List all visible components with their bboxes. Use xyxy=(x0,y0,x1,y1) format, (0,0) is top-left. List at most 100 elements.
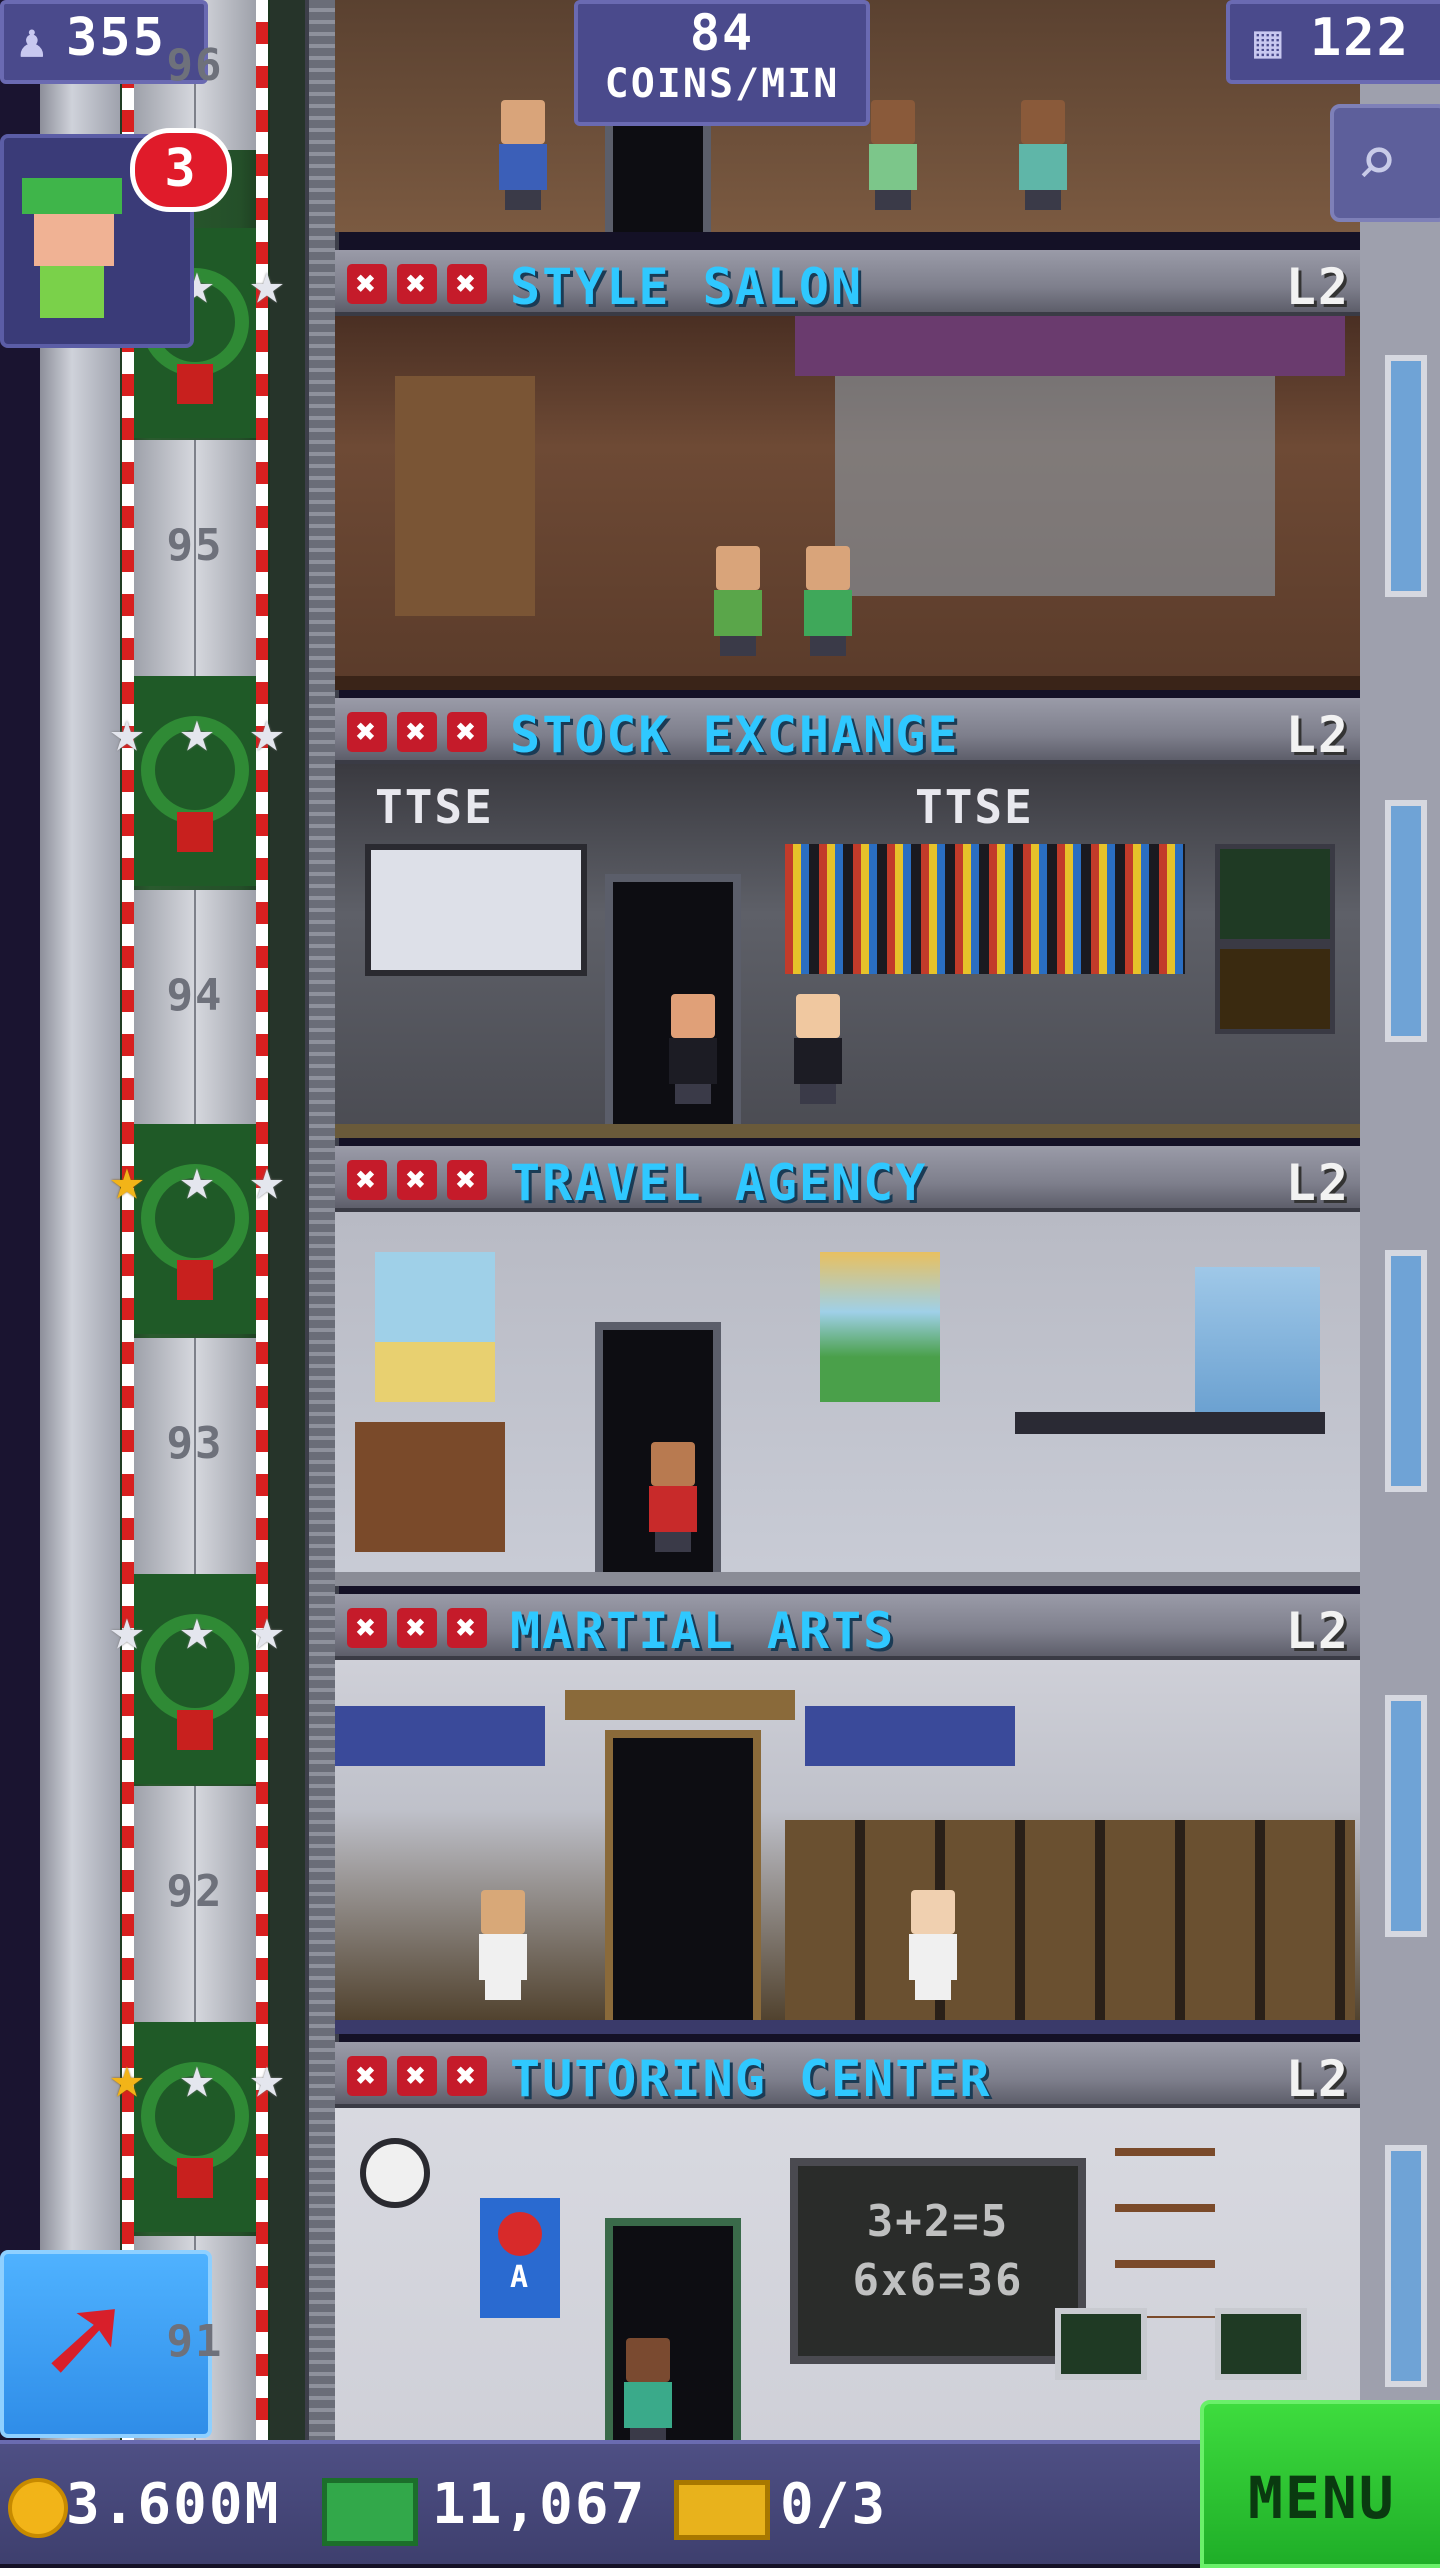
elevator-stop-94[interactable]: 94 xyxy=(134,890,256,1130)
bitizen[interactable] xyxy=(800,546,856,656)
room-interior xyxy=(335,1660,1360,2034)
door xyxy=(605,110,711,232)
x-mark-icon: ✖ xyxy=(347,712,387,752)
salon-mirror xyxy=(835,376,1275,596)
silver-star-icon: ★ xyxy=(249,249,285,317)
floor-number: 96 xyxy=(166,40,224,91)
desk xyxy=(1015,1412,1325,1434)
gold-star-icon: ★ xyxy=(109,1145,145,1213)
stock-monitor xyxy=(1215,944,1335,1034)
floor-level: L2 xyxy=(1285,258,1350,316)
coin-icon xyxy=(8,2478,68,2538)
up-right-arrow-icon: ➚ xyxy=(44,2264,123,2416)
bitizen[interactable] xyxy=(665,994,721,1104)
elevator-stop-95[interactable]: 95 xyxy=(134,440,256,680)
window xyxy=(1385,2145,1427,2387)
window xyxy=(1385,800,1427,1042)
silver-star-icon: ★ xyxy=(179,1145,215,1213)
coins-value: 3.600M xyxy=(66,2472,281,2537)
elevator-stop-92[interactable]: 92 xyxy=(134,1786,256,2026)
bitizen[interactable] xyxy=(1015,100,1071,210)
silver-star-icon: ★ xyxy=(249,1145,285,1213)
floor-name: TRAVEL AGENCY xyxy=(510,1154,928,1212)
bitizen[interactable] xyxy=(645,1442,701,1552)
silver-star-icon: ★ xyxy=(179,2043,215,2111)
x-mark-icon: ✖ xyxy=(447,264,487,304)
floor-number: 93 xyxy=(166,1418,224,1469)
floor-martial-arts[interactable]: ✖ ✖ ✖ MARTIAL ARTS L2 xyxy=(335,1594,1360,2034)
floor-tutoring-center[interactable]: ✖ ✖ ✖ TUTORING CENTER L2 A 3+2=5 6x6=36 xyxy=(335,2042,1360,2440)
computer-monitor xyxy=(1215,2308,1307,2380)
dojo-banner xyxy=(335,1706,545,1766)
floor-name: STYLE SALON xyxy=(510,258,864,316)
bookshelf xyxy=(1115,2148,1215,2318)
search-button[interactable]: ⌕ xyxy=(1330,104,1440,222)
elevator-cable xyxy=(305,0,339,2440)
chalkboard-line: 6x6=36 xyxy=(852,2255,1024,2306)
bitizen[interactable] xyxy=(865,100,921,210)
bitizen-avatar xyxy=(22,178,122,318)
travel-poster xyxy=(1195,1267,1320,1417)
floor-level: L2 xyxy=(1285,1602,1350,1660)
ticket-icon xyxy=(674,2480,770,2540)
floor-title-bar[interactable]: ✖ ✖ ✖ STOCK EXCHANGE L2 xyxy=(335,698,1360,764)
chalkboard: 3+2=5 6x6=36 xyxy=(790,2158,1086,2364)
bitizen[interactable] xyxy=(905,1890,961,2000)
dojo-wall-panels xyxy=(785,1820,1355,2020)
room-interior: TTSE TTSE xyxy=(335,764,1360,1138)
silver-star-icon: ★ xyxy=(109,1595,145,1663)
stock-chart-board xyxy=(365,844,587,976)
bookshelf xyxy=(395,376,535,616)
dojo-banner xyxy=(805,1706,1015,1766)
clock-icon xyxy=(360,2138,430,2208)
bitizen[interactable] xyxy=(620,2338,676,2440)
window xyxy=(1385,355,1427,597)
menu-button[interactable]: MENU xyxy=(1200,2400,1440,2568)
bitizen[interactable] xyxy=(495,100,551,210)
window xyxy=(1385,1695,1427,1937)
stock-sign: TTSE xyxy=(915,780,1034,834)
tickets-value: 0/3 xyxy=(780,2472,888,2537)
floor-count-value: 122 xyxy=(1310,8,1410,68)
floor-stock-exchange[interactable]: ✖ ✖ ✖ STOCK EXCHANGE L2 TTSE TTSE xyxy=(335,698,1360,1138)
room-interior xyxy=(335,1212,1360,1586)
floor-name: STOCK EXCHANGE xyxy=(510,706,960,764)
apple-poster: A xyxy=(480,2198,560,2318)
building-icon: ▦ xyxy=(1254,14,1282,68)
stock-sign: TTSE xyxy=(375,780,494,834)
floor-title-bar[interactable]: ✖ ✖ ✖ STYLE SALON L2 xyxy=(335,250,1360,316)
floor-travel-agency[interactable]: ✖ ✖ ✖ TRAVEL AGENCY L2 xyxy=(335,1146,1360,1586)
menu-label: MENU xyxy=(1248,2464,1396,2532)
floor-counter[interactable]: ▦ 122 xyxy=(1226,0,1440,84)
floor-number: 92 xyxy=(166,1866,224,1917)
floor-number: 95 xyxy=(166,520,224,571)
floor-title-bar[interactable]: ✖ ✖ ✖ TRAVEL AGENCY L2 xyxy=(335,1146,1360,1212)
silver-star-icon: ★ xyxy=(249,2043,285,2111)
silver-star-icon: ★ xyxy=(109,697,145,765)
floor-name: TUTORING CENTER xyxy=(510,2050,992,2108)
notification-badge: 3 xyxy=(130,128,232,212)
door xyxy=(605,1730,761,2034)
room-interior: A 3+2=5 6x6=36 xyxy=(335,2108,1360,2440)
x-mark-icon: ✖ xyxy=(397,2056,437,2096)
floor-title-bar[interactable]: ✖ ✖ ✖ TUTORING CENTER L2 xyxy=(335,2042,1360,2108)
chalkboard-line: 3+2=5 xyxy=(866,2196,1010,2247)
bitizen[interactable] xyxy=(710,546,766,656)
x-mark-icon: ✖ xyxy=(347,1160,387,1200)
apple-poster-letter: A xyxy=(509,2260,531,2295)
floor-level: L2 xyxy=(1285,706,1350,764)
bux-value: 11,067 xyxy=(432,2472,647,2537)
floor-level: L2 xyxy=(1285,2050,1350,2108)
x-mark-icon: ✖ xyxy=(447,1160,487,1200)
night-sky xyxy=(0,0,40,2440)
bitizen[interactable] xyxy=(790,994,846,1104)
x-mark-icon: ✖ xyxy=(397,1608,437,1648)
bitizen[interactable] xyxy=(475,1890,531,2000)
x-mark-icon: ✖ xyxy=(447,1608,487,1648)
elevator-stop-93[interactable]: 93 xyxy=(134,1338,256,1578)
floor-number: 94 xyxy=(166,970,224,1021)
silver-star-icon: ★ xyxy=(249,697,285,765)
floor-style-salon[interactable]: ✖ ✖ ✖ STYLE SALON L2 xyxy=(335,250,1360,690)
floor-title-bar[interactable]: ✖ ✖ ✖ MARTIAL ARTS L2 xyxy=(335,1594,1360,1660)
travel-poster xyxy=(375,1252,495,1402)
